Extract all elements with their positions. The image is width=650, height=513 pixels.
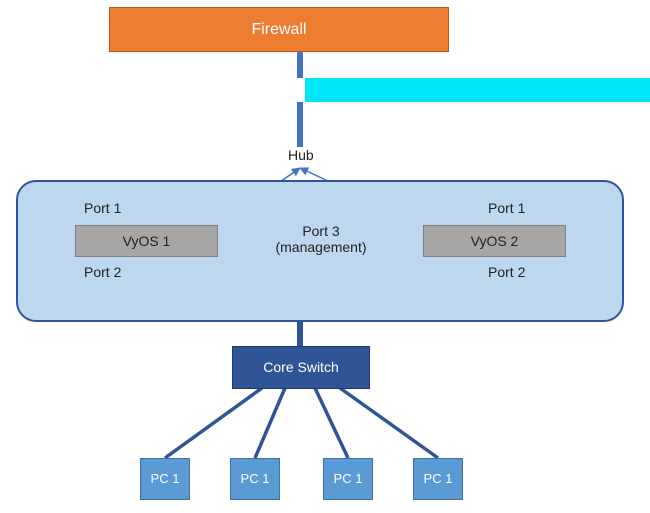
vyos1-port2-label: Port 2 bbox=[84, 264, 121, 280]
vyos2-port1-label: Port 1 bbox=[488, 200, 525, 216]
pc-node-3: PC 1 bbox=[323, 458, 373, 500]
pc-node-4: PC 1 bbox=[413, 458, 463, 500]
firewall-node: Firewall bbox=[109, 7, 449, 52]
pc3-label: PC 1 bbox=[334, 471, 363, 487]
cyan-bar bbox=[305, 78, 650, 102]
port3-label: Port 3 (management) bbox=[256, 223, 386, 255]
vyos1-label: VyOS 1 bbox=[123, 233, 171, 250]
pc-node-1: PC 1 bbox=[140, 458, 190, 500]
hub-label: Hub bbox=[288, 147, 314, 163]
firewall-label: Firewall bbox=[251, 20, 306, 39]
vyos1-node: VyOS 1 bbox=[75, 225, 218, 257]
vyos2-port2-label: Port 2 bbox=[488, 264, 525, 280]
pc-node-2: PC 1 bbox=[230, 458, 280, 500]
vyos1-port1-label: Port 1 bbox=[84, 200, 121, 216]
pc1-label: PC 1 bbox=[151, 471, 180, 487]
pc4-label: PC 1 bbox=[424, 471, 453, 487]
vyos2-label: VyOS 2 bbox=[471, 233, 519, 250]
pc2-label: PC 1 bbox=[241, 471, 270, 487]
diagram-canvas: Firewall Hub VyOS 1 Port 1 Port 2 VyOS 2… bbox=[0, 0, 650, 513]
vyos2-node: VyOS 2 bbox=[423, 225, 566, 257]
core-switch-node: Core Switch bbox=[232, 346, 370, 389]
core-switch-label: Core Switch bbox=[263, 359, 338, 376]
